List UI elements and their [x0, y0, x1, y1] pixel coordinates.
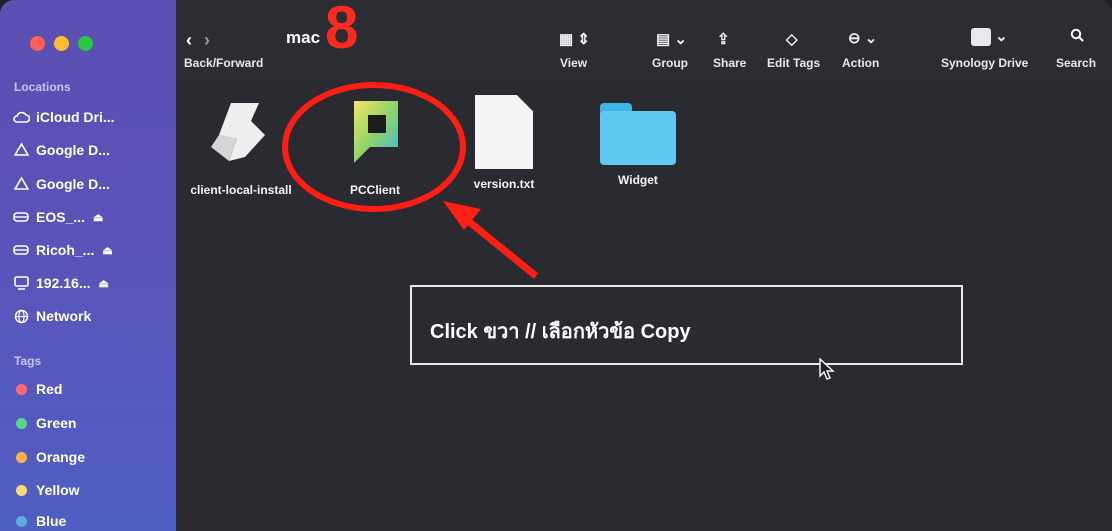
instruction-callout: Click ขวา // เลือกหัวข้อ Copy: [410, 285, 963, 365]
mouse-cursor-icon: [819, 358, 835, 380]
pointer-arrow: [443, 201, 539, 279]
instruction-text: Click ขวา // เลือกหัวข้อ Copy: [430, 321, 691, 343]
